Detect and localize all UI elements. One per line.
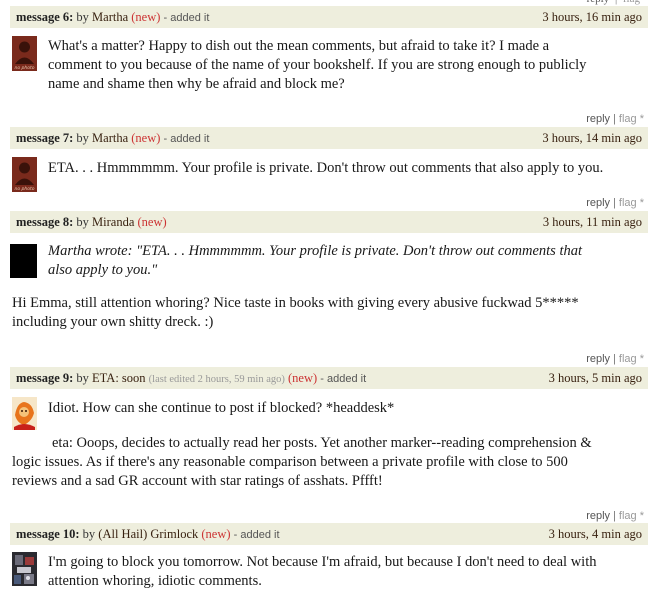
separator: | (613, 510, 616, 522)
message-timestamp[interactable]: 3 hours, 11 min ago (543, 211, 642, 233)
by-label: by (76, 215, 89, 229)
avatar[interactable] (12, 552, 37, 586)
by-label: by (76, 371, 89, 385)
body-line: eta: Ooops, decides to actually read her… (52, 435, 592, 451)
message-number: message 9: (16, 371, 74, 385)
shelf-status: - added it (320, 373, 367, 385)
body-line: What's a matter? Happy to dish out the m… (48, 38, 550, 54)
no-photo-text: no photo (14, 65, 34, 71)
message-body: Hi Emma, still attention whoring? Nice t… (12, 294, 642, 332)
message-timestamp[interactable]: 3 hours, 5 min ago (549, 367, 642, 389)
body-line: including your own shitty dreck. :) (12, 314, 214, 330)
body-line: reviews and a sad GR account with star r… (12, 473, 383, 489)
quoted-text: Martha wrote: "ETA. . . Hmmmmmm. Your pr… (48, 242, 638, 280)
separator: | (612, 0, 620, 5)
message-number: message 8: (16, 215, 74, 229)
author-link[interactable]: Miranda (92, 215, 134, 229)
flag-star-icon: * (639, 353, 644, 365)
message-body: eta: Ooops, decides to actually read her… (12, 434, 642, 491)
message-header: message 9: by ETA: soon (last edited 2 h… (10, 367, 648, 389)
author-link[interactable]: Martha (92, 10, 128, 24)
by-label: by (76, 10, 89, 24)
message-body-first: Idiot. How can she continue to post if b… (48, 399, 638, 418)
new-badge: (new) (131, 10, 161, 24)
separator: | (613, 353, 616, 365)
author-link[interactable]: (All Hail) Grimlock (98, 527, 198, 541)
no-photo-text: no photo (14, 186, 34, 192)
message-actions: reply | flag * (586, 113, 644, 125)
flag-star-icon: * (639, 113, 644, 125)
message-header: message 6: by Martha (new) - added it 3 … (10, 6, 648, 28)
message-header: message 8: by Miranda (new) 3 hours, 11 … (10, 211, 648, 233)
message-body: ETA. . . Hmmmmmm. Your profile is privat… (48, 159, 638, 178)
avatar[interactable] (10, 244, 37, 278)
flag-star-icon: * (639, 510, 644, 522)
top-message-actions: reply | flag (587, 0, 640, 5)
body-line: Idiot. How can she continue to post if b… (48, 400, 395, 416)
flag-link[interactable]: flag (623, 0, 640, 5)
body-line: Hi Emma, still attention whoring? Nice t… (12, 295, 579, 311)
reply-link[interactable]: reply (586, 353, 610, 365)
reply-link[interactable]: reply (586, 510, 610, 522)
separator: | (613, 197, 616, 209)
reply-link[interactable]: reply (586, 197, 610, 209)
new-badge: (new) (137, 215, 167, 229)
quote-line: also apply to you." (48, 262, 158, 278)
flag-star-icon: * (639, 197, 644, 209)
shelf-status: - added it (233, 529, 280, 541)
edited-note: (last edited 2 hours, 59 min ago) (148, 374, 285, 385)
message-number: message 7: (16, 131, 74, 145)
message-actions: reply | flag * (586, 197, 644, 209)
body-line: logic issues. As if there's any reasonab… (12, 454, 568, 470)
new-badge: (new) (131, 131, 161, 145)
message-header: message 7: by Martha (new) - added it 3 … (10, 127, 648, 149)
message-header: message 10: by (All Hail) Grimlock (new)… (10, 523, 648, 545)
author-link[interactable]: ETA: soon (92, 371, 146, 385)
reply-link[interactable]: reply (587, 0, 610, 5)
message-number: message 6: (16, 10, 74, 24)
separator: | (613, 113, 616, 125)
message-body: I'm going to block you tomorrow. Not bec… (48, 553, 638, 591)
quote-line: Martha wrote: "ETA. . . Hmmmmmm. Your pr… (48, 243, 583, 259)
author-link[interactable]: Martha (92, 131, 128, 145)
body-line: I'm going to block you tomorrow. Not bec… (48, 554, 597, 570)
flag-link[interactable]: flag (619, 197, 637, 209)
shelf-status: - added it (163, 133, 210, 145)
avatar[interactable]: no photo (12, 157, 37, 192)
reply-link[interactable]: reply (586, 113, 610, 125)
shelf-status: - added it (163, 12, 210, 24)
message-timestamp[interactable]: 3 hours, 14 min ago (542, 127, 642, 149)
flag-link[interactable]: flag (619, 510, 637, 522)
message-body: What's a matter? Happy to dish out the m… (48, 37, 638, 94)
body-line: name and shame then why be afraid and bl… (48, 76, 345, 92)
message-actions: reply | flag * (586, 353, 644, 365)
new-badge: (new) (287, 371, 318, 385)
body-line: comment to you because of the name of yo… (48, 57, 587, 73)
flag-link[interactable]: flag (619, 113, 637, 125)
body-line: attention whoring, idiotic comments. (48, 573, 262, 589)
by-label: by (82, 527, 96, 541)
message-actions: reply | flag * (586, 510, 644, 522)
message-number: message 10: (16, 527, 80, 541)
by-label: by (76, 131, 89, 145)
flag-link[interactable]: flag (619, 353, 637, 365)
message-timestamp[interactable]: 3 hours, 4 min ago (549, 523, 642, 545)
avatar[interactable] (12, 397, 37, 432)
body-line: ETA. . . Hmmmmmm. Your profile is privat… (48, 160, 604, 176)
new-badge: (new) (201, 527, 231, 541)
avatar[interactable]: no photo (12, 36, 37, 71)
message-timestamp[interactable]: 3 hours, 16 min ago (542, 6, 642, 28)
